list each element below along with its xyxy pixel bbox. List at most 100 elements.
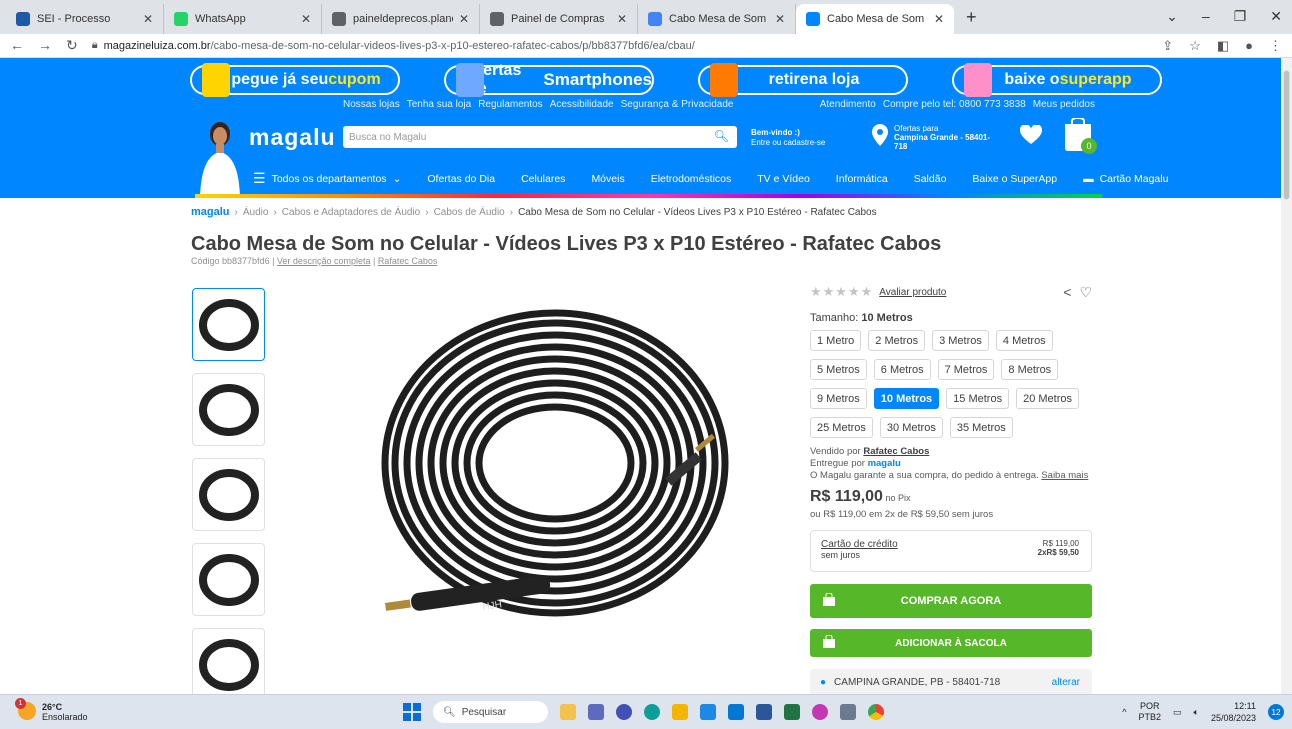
header-link[interactable]: Atendimento [820, 99, 876, 110]
size-option[interactable]: 7 Metros [937, 359, 995, 380]
category-link[interactable]: Informática [836, 173, 888, 185]
category-link[interactable]: Celulares [521, 173, 565, 185]
change-address-link[interactable]: alterar [1052, 677, 1080, 688]
tray-chevron-icon[interactable]: ^ [1122, 707, 1126, 717]
product-main-image[interactable]: HJH [365, 298, 730, 663]
product-thumbnail[interactable] [192, 288, 265, 361]
excel-icon[interactable] [784, 704, 800, 720]
header-link[interactable]: Tenha sua loja [407, 99, 472, 110]
all-departments-menu[interactable]: ☰ Todos os departamentos ⌄ [253, 170, 401, 187]
breadcrumb-item[interactable]: Áudio [243, 207, 269, 218]
browser-tab[interactable]: Painel de Compras ✕ [480, 4, 638, 34]
magalu-logo[interactable]: magalu [249, 124, 336, 151]
file-explorer-icon[interactable] [672, 704, 688, 720]
page-scrollbar[interactable] [1281, 58, 1292, 694]
size-option[interactable]: 15 Metros [946, 388, 1010, 409]
back-icon[interactable]: ← [10, 37, 24, 54]
product-thumbnail[interactable] [192, 458, 265, 531]
size-option[interactable]: 30 Metros [879, 417, 943, 438]
category-link[interactable]: Saldão [914, 173, 947, 185]
header-link[interactable]: Segurança & Privacidade [621, 99, 734, 110]
header-link[interactable]: Compre pelo tel: 0800 773 3838 [883, 99, 1026, 110]
sidepanel-icon[interactable]: ◧ [1217, 38, 1229, 54]
header-link[interactable]: Regulamentos [478, 99, 542, 110]
language-indicator[interactable]: POR PTB2 [1139, 701, 1162, 723]
browser-tab[interactable]: Cabo Mesa de Som no Celular - ✕ [796, 4, 954, 34]
category-link[interactable]: Móveis [591, 173, 624, 185]
category-link[interactable]: Eletrodomésticos [651, 173, 732, 185]
search-input[interactable]: Busca no Magalu 🔍︎ [343, 126, 737, 148]
app-icon[interactable] [812, 704, 828, 720]
browser-tab[interactable]: paineldeprecos.planejamento.go ✕ [322, 4, 480, 34]
seller-link[interactable]: Rafatec Cabos [863, 446, 929, 457]
size-option[interactable]: 35 Metros [949, 417, 1013, 438]
location-selector[interactable]: Ofertas para Campina Grande - 58401- 718 [872, 124, 990, 151]
notification-badge[interactable]: 12 [1268, 704, 1284, 720]
taskbar-search[interactable]: 🔍︎ Pesquisar [433, 701, 548, 723]
size-option[interactable]: 8 Metros [1001, 359, 1059, 380]
tab-close-icon[interactable]: ✕ [934, 12, 944, 26]
start-button-icon[interactable] [403, 703, 421, 721]
restore-button[interactable]: ❐ [1234, 8, 1247, 25]
new-tab-button[interactable]: + [966, 7, 977, 28]
promo-banner[interactable]: retire na loja [698, 63, 908, 97]
product-thumbnail[interactable] [192, 628, 265, 694]
chrome-icon[interactable] [868, 704, 884, 720]
header-link[interactable]: Meus pedidos [1033, 99, 1095, 110]
size-option[interactable]: 10 Metros [873, 388, 940, 409]
wishlist-heart-icon[interactable] [1020, 125, 1042, 145]
header-link[interactable]: Acessibilidade [550, 99, 614, 110]
favorite-heart-icon[interactable]: ♡ [1079, 284, 1092, 301]
size-option[interactable]: 5 Metros [810, 359, 867, 380]
size-option[interactable]: 9 Metros [810, 388, 867, 409]
size-option[interactable]: 4 Metros [995, 330, 1053, 351]
product-thumbnail[interactable] [192, 373, 265, 446]
task-view-icon[interactable] [588, 704, 604, 720]
add-to-bag-button[interactable]: ADICIONAR À SACOLA [810, 629, 1092, 657]
store-icon[interactable] [700, 704, 716, 720]
promo-banner[interactable]: ofertas de Smartphones [444, 62, 654, 97]
full-description-link[interactable]: Ver descrição completa [277, 256, 371, 266]
weather-widget[interactable]: 1 26°C Ensolarado [15, 698, 88, 722]
url-field[interactable]: 🔒︎ magazineluiza.com.br/cabo-mesa-de-som… [92, 39, 695, 52]
size-option[interactable]: 20 Metros [1016, 388, 1079, 409]
buy-now-button[interactable]: COMPRAR AGORA [810, 584, 1092, 618]
magalu-card-link[interactable]: ▬ Cartão Magalu [1083, 173, 1168, 185]
category-link[interactable]: Baixe o SuperApp [972, 173, 1057, 185]
breadcrumb-item[interactable]: Cabos e Adaptadores de Áudio [282, 207, 420, 218]
clock[interactable]: 12:11 25/08/2023 [1211, 700, 1256, 724]
breadcrumb-item[interactable]: Cabos de Áudio [434, 207, 505, 218]
tab-close-icon[interactable]: ✕ [459, 12, 469, 26]
login-link[interactable]: Bem-vindo :) Entre ou cadastre-se [751, 128, 825, 148]
breadcrumb-home[interactable]: magalu [191, 206, 230, 218]
size-option[interactable]: 2 Metros [868, 330, 926, 351]
credit-card-option[interactable]: Cartão de crédito sem juros R$ 119,00 2xR$… [810, 530, 1092, 572]
calculator-icon[interactable] [840, 704, 856, 720]
forward-icon[interactable]: → [38, 37, 52, 54]
browser-tab[interactable]: WhatsApp ✕ [164, 4, 322, 34]
network-icon[interactable]: ▭ [1173, 707, 1182, 718]
size-option[interactable]: 3 Metros [932, 330, 989, 351]
learn-more-link[interactable]: Saiba mais [1041, 470, 1088, 481]
tab-close-icon[interactable]: ✕ [617, 12, 627, 26]
widgets-icon[interactable] [560, 704, 576, 720]
share-icon[interactable]: < [1063, 284, 1071, 301]
edge-icon[interactable] [644, 704, 660, 720]
word-icon[interactable] [756, 704, 772, 720]
header-link[interactable]: Nossas lojas [343, 99, 400, 110]
size-option[interactable]: 1 Metro [810, 330, 862, 351]
tab-close-icon[interactable]: ✕ [143, 12, 153, 26]
tab-search-icon[interactable]: ⌄ [1166, 8, 1178, 25]
rate-product-link[interactable]: Avaliar produto [879, 287, 946, 298]
category-link[interactable]: TV e Vídeo [757, 173, 810, 185]
tab-close-icon[interactable]: ✕ [775, 12, 785, 26]
profile-icon[interactable]: ● [1245, 38, 1253, 54]
reload-icon[interactable]: ↻ [66, 37, 78, 54]
share-icon[interactable]: ⇪ [1162, 38, 1173, 54]
category-link[interactable]: Ofertas do Dia [427, 173, 495, 185]
product-thumbnail[interactable] [192, 543, 265, 616]
promo-banner[interactable]: pegue já seu cupom [190, 63, 400, 97]
bookmark-star-icon[interactable]: ☆ [1189, 38, 1201, 54]
mail-icon[interactable] [728, 704, 744, 720]
volume-icon[interactable]: 🔈︎ [1194, 707, 1199, 718]
